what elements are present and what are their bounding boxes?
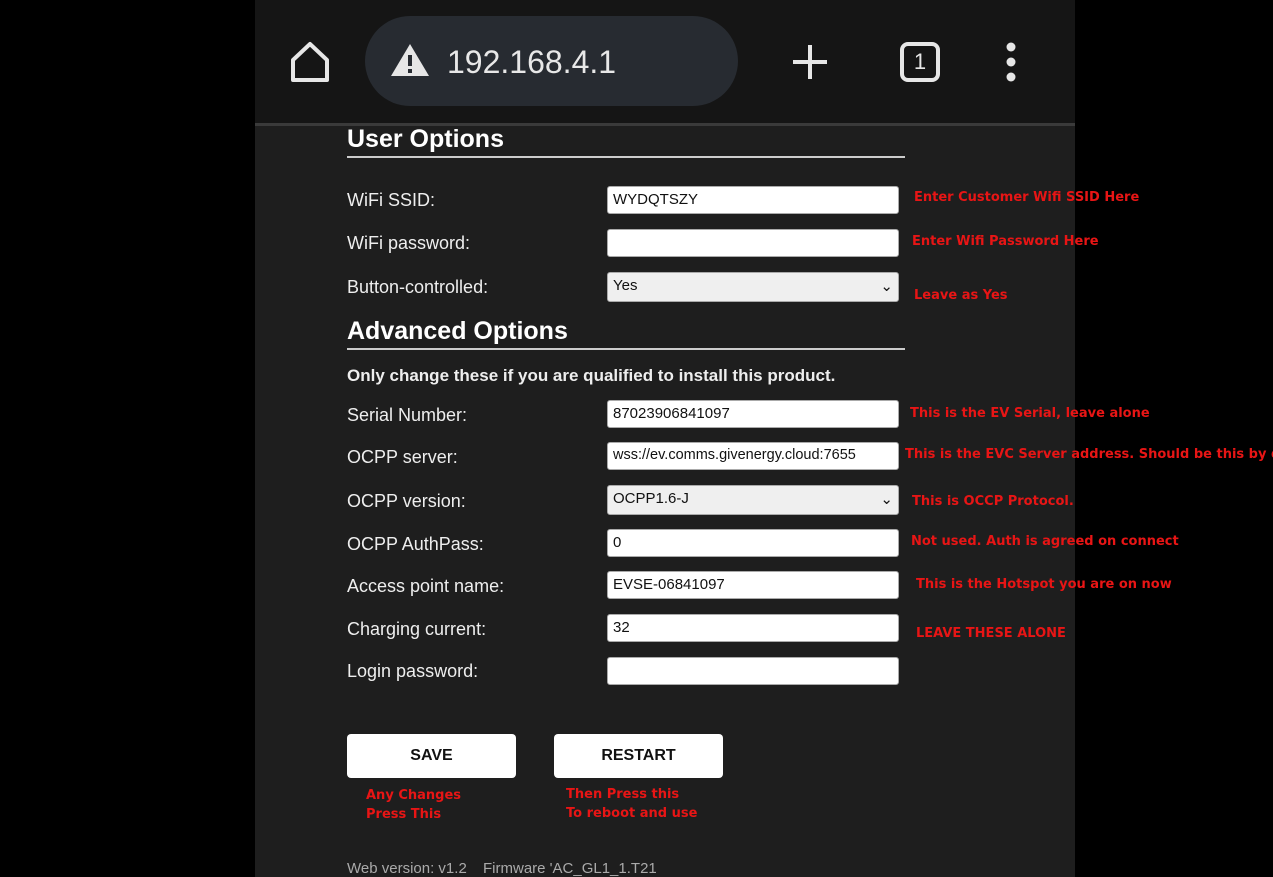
ocpp-authpass-label: OCPP AuthPass:: [347, 534, 484, 554]
chevron-down-icon: ⌄: [880, 491, 893, 508]
chevron-down-icon: ⌄: [880, 278, 893, 295]
annotation: Not used. Auth is agreed on connect: [911, 534, 1179, 549]
warning-icon[interactable]: [389, 42, 431, 78]
phone-screen: 192.168.4.1 1 User Options WiFi SSID: WY…: [255, 0, 1273, 877]
serial-number-input[interactable]: 87023906841097: [607, 400, 899, 428]
tab-switcher-button[interactable]: 1: [900, 42, 940, 82]
annotation: To reboot and use: [566, 806, 698, 821]
advanced-options-heading: Advanced Options: [347, 317, 905, 350]
annotation: Leave as Yes: [914, 288, 1008, 303]
login-password-input[interactable]: [607, 657, 899, 685]
button-controlled-label: Button-controlled:: [347, 277, 489, 297]
charging-current-label: Charging current:: [347, 619, 487, 639]
access-point-name-input[interactable]: EVSE-06841097: [607, 571, 899, 599]
annotation: This is the EV Serial, leave alone: [910, 406, 1150, 421]
button-controlled-select[interactable]: Yes ⌄: [607, 272, 899, 302]
wifi-ssid-input[interactable]: WYDQTSZY: [607, 186, 899, 214]
annotation: Enter Wifi Password Here: [912, 234, 1099, 249]
annotation: Enter Customer Wifi SSID Here: [914, 190, 1140, 205]
annotation: This is OCCP Protocol.: [912, 494, 1074, 509]
serial-number-label: Serial Number:: [347, 405, 468, 425]
annotation: Then Press this: [566, 787, 680, 802]
annotation: This is the Hotspot you are on now: [916, 577, 1172, 592]
browser-toolbar: 192.168.4.1 1: [255, 0, 1075, 126]
wifi-ssid-label: WiFi SSID:: [347, 190, 435, 210]
annotation: This is the EVC Server address. Should b…: [905, 447, 1273, 462]
user-options-heading: User Options: [347, 125, 905, 158]
access-point-name-label: Access point name:: [347, 576, 505, 596]
charging-current-input[interactable]: 32: [607, 614, 899, 642]
more-menu-icon[interactable]: [1001, 42, 1021, 82]
annotation: LEAVE THESE ALONE: [916, 626, 1066, 641]
ocpp-version-select[interactable]: OCPP1.6-J ⌄: [607, 485, 899, 515]
new-tab-icon[interactable]: [791, 43, 829, 81]
ocpp-server-input[interactable]: wss://ev.comms.givenergy.cloud:7655: [607, 442, 899, 470]
qualification-warning: Only change these if you are qualified t…: [347, 366, 836, 385]
home-icon[interactable]: [288, 40, 332, 84]
wifi-password-label: WiFi password:: [347, 233, 471, 253]
ocpp-version-label: OCPP version:: [347, 491, 466, 511]
url-text[interactable]: 192.168.4.1: [447, 44, 616, 81]
login-password-label: Login password:: [347, 661, 479, 681]
save-button[interactable]: SAVE: [347, 734, 516, 778]
address-bar[interactable]: 192.168.4.1: [365, 16, 738, 106]
annotation: Any Changes: [366, 788, 461, 803]
ocpp-authpass-input[interactable]: 0: [607, 529, 899, 557]
restart-button[interactable]: RESTART: [554, 734, 723, 778]
web-version: Web version: v1.2: [347, 860, 467, 877]
ocpp-server-label: OCPP server:: [347, 447, 458, 467]
firmware-version: Firmware 'AC_GL1_1.T21: [483, 860, 657, 877]
selected-value: Yes: [613, 277, 638, 294]
selected-value: OCPP1.6-J: [613, 490, 689, 507]
wifi-password-input[interactable]: [607, 229, 899, 257]
annotation: Press This: [366, 807, 442, 822]
